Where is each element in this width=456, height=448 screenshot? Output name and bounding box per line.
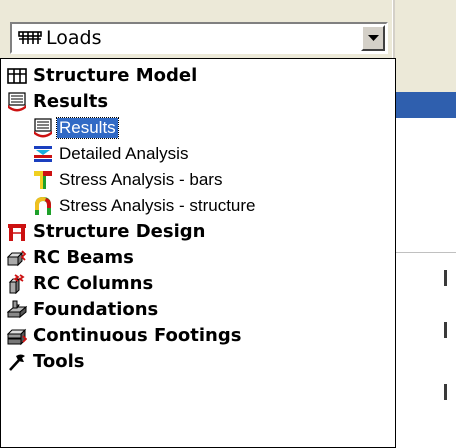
foundations-icon [6,300,28,320]
chevron-down-icon [368,35,379,41]
menu-item-structure-model[interactable]: Structure Model [1,63,395,89]
structure-model-icon [7,66,27,86]
menu-item-label: Results [56,117,119,139]
loads-grid-icon [18,30,42,50]
tools-icon [7,352,27,372]
layout-combo-box[interactable]: Loads [10,22,388,54]
menu-item-continuous-footings[interactable]: Continuous Footings [1,323,395,349]
continuous-footings-icon [6,326,28,346]
detailed-analysis-icon [33,144,53,164]
menu-item-label: Structure Model [33,65,198,86]
background-separator [396,252,456,253]
stress-bars-icon [33,170,53,190]
menu-item-label: Results [33,91,109,112]
background-selection-strip [396,92,456,118]
menu-item-label: Continuous Footings [33,325,242,346]
background-text-fragment [444,270,447,286]
results-icon [7,92,27,112]
menu-item-stress-analysis-structure[interactable]: Stress Analysis - structure [1,193,395,219]
menu-item-label: RC Columns [33,273,154,294]
structure-design-icon [7,222,27,242]
menu-item-label: Foundations [33,299,159,320]
rc-beams-icon [6,248,27,268]
menu-item-label: Structure Design [33,221,206,242]
menu-item-rc-columns[interactable]: RC Columns [1,271,395,297]
menu-item-results-sub[interactable]: Results [1,115,395,141]
menu-item-label: Tools [33,351,85,372]
menu-item-foundations[interactable]: Foundations [1,297,395,323]
background-text-fragment [444,322,447,338]
combo-selected-value: Loads [46,27,102,49]
rc-columns-icon [7,274,27,295]
background-text-fragment [444,384,447,400]
menu-item-label: Stress Analysis - structure [59,196,256,215]
menu-item-label: Stress Analysis - bars [59,170,223,189]
dropdown-arrow-button[interactable] [361,25,385,51]
menu-item-rc-beams[interactable]: RC Beams [1,245,395,271]
menu-item-label: Detailed Analysis [59,144,189,163]
menu-item-structure-design[interactable]: Structure Design [1,219,395,245]
menu-item-tools[interactable]: Tools [1,349,395,375]
results-icon [33,118,53,138]
stress-structure-icon [33,196,53,216]
layout-dropdown-list: Structure Model Results Results Detailed… [0,58,396,448]
background-list-area [396,118,456,448]
menu-item-label: RC Beams [33,247,134,268]
menu-item-detailed-analysis[interactable]: Detailed Analysis [1,141,395,167]
menu-item-results[interactable]: Results [1,89,395,115]
menu-item-stress-analysis-bars[interactable]: Stress Analysis - bars [1,167,395,193]
